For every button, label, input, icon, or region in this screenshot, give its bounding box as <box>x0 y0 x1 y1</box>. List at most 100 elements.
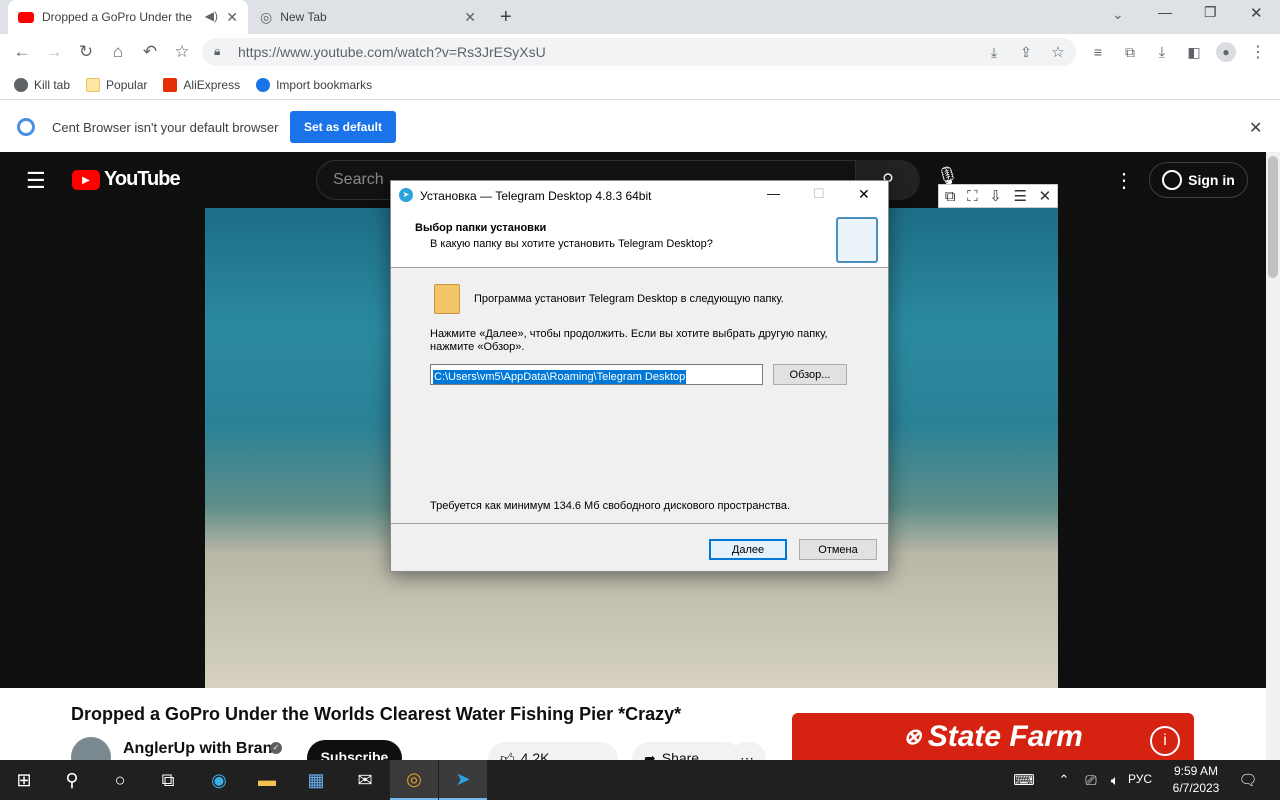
cent-browser-taskbar-icon[interactable]: ◎ <box>390 760 438 800</box>
tab-search-icon[interactable]: ⌄ <box>1112 6 1124 23</box>
menu-icon[interactable]: ☰ <box>1014 187 1027 205</box>
start-windows-icon[interactable]: ⊞ <box>0 760 48 800</box>
new-tab-icon[interactable]: + <box>500 6 512 29</box>
share-page-icon[interactable]: ⇪ <box>1016 42 1036 62</box>
edge-icon[interactable]: ◉ <box>195 760 243 800</box>
close-tab-icon[interactable]: ✕ <box>226 9 238 26</box>
reload-icon[interactable]: ↻ <box>76 42 96 62</box>
home-icon[interactable]: ⌂ <box>108 42 128 62</box>
install-info-text: Программа установит Telegram Desktop в с… <box>474 293 784 305</box>
kill-tab-icon <box>14 77 28 92</box>
crop-icon[interactable]: ⧉ <box>1120 42 1140 62</box>
sign-in-button[interactable]: Sign in <box>1149 162 1248 198</box>
tab-youtube[interactable]: Dropped a GoPro Under the ◀) ✕ <box>8 0 248 34</box>
download-icon[interactable]: ⤓ <box>1152 42 1172 62</box>
disk-space-text: Требуется как минимум 134.6 Мб свободног… <box>430 500 791 512</box>
telegram-icon: ➤ <box>399 188 413 202</box>
menu-kebab-icon[interactable]: ⋮ <box>1248 42 1268 62</box>
next-button[interactable]: Далее <box>709 539 787 560</box>
video-title: Dropped a GoPro Under the Worlds Cleares… <box>71 704 682 724</box>
youtube-logo-icon[interactable]: ▶ <box>72 170 100 190</box>
cancel-button[interactable]: Отмена <box>799 539 877 560</box>
telegram-taskbar-icon[interactable]: ➤ <box>439 760 487 800</box>
verified-icon: ✓ <box>270 742 282 754</box>
fullscreen-icon[interactable]: ⛶ <box>967 188 978 205</box>
dialog-heading: Выбор папки установки <box>415 222 547 234</box>
bookmark-import[interactable]: Import bookmarks <box>256 77 372 92</box>
instructions-line-2: нажмите «Обзор». <box>430 341 525 353</box>
clock-date: 6/7/2023 <box>1172 781 1220 795</box>
ad-info-icon[interactable]: i <box>1150 726 1180 756</box>
close-window-icon[interactable]: ✕ <box>1250 4 1263 22</box>
dialog-close-icon[interactable]: ✕ <box>858 186 870 203</box>
browse-button[interactable]: Обзор... <box>773 364 847 385</box>
tab-new-tab[interactable]: ◎ New Tab ✕ <box>250 0 486 34</box>
set-as-default-button[interactable]: Set as default <box>290 111 396 143</box>
youtube-favicon-icon <box>18 11 34 23</box>
system-clock[interactable]: 9:59 AM 6/7/2023 <box>1160 763 1232 797</box>
dialog-title: Установка — Telegram Desktop 4.8.3 64bit <box>420 189 652 203</box>
youtube-logo-text[interactable]: YouTube <box>104 168 181 191</box>
gear-icon <box>256 77 271 92</box>
tab-title: New Tab <box>280 10 327 24</box>
install-icon[interactable]: ⤓ <box>984 42 1004 62</box>
search-icon[interactable]: ⚲ <box>48 760 96 800</box>
cent-browser-icon <box>17 118 35 136</box>
dialog-separator <box>391 523 888 524</box>
settings-kebab-icon[interactable]: ⋮ <box>1114 168 1134 193</box>
install-path-value: C:\Users\vm5\AppData\Roaming\Telegram De… <box>433 370 687 384</box>
dialog-minimize-icon[interactable]: — <box>767 186 780 201</box>
bookmarks-bar: Kill tab Popular AliExpress Import bookm… <box>0 70 1280 100</box>
dialog-maximize-icon: ☐ <box>813 186 825 201</box>
aliexpress-icon <box>163 77 178 92</box>
media-control-icon[interactable]: ≡ <box>1088 42 1108 62</box>
installer-box-icon <box>836 217 878 263</box>
bookmark-aliexpress[interactable]: AliExpress <box>163 77 240 92</box>
install-path-input[interactable]: C:\Users\vm5\AppData\Roaming\Telegram De… <box>430 364 763 385</box>
bookmark-kill-tab[interactable]: Kill tab <box>14 77 70 92</box>
profile-avatar-icon[interactable]: ● <box>1216 42 1236 62</box>
instructions-line-1: Нажмите «Далее», чтобы продолжить. Если … <box>430 328 828 340</box>
video-popup-toolbar: ⧉ ⛶ ⇩ ☰ ✕ <box>938 184 1058 208</box>
channel-name[interactable]: AnglerUp with Brant <box>123 740 278 758</box>
input-language[interactable]: РУС <box>1128 772 1152 786</box>
file-explorer-icon[interactable]: ▬ <box>243 760 291 800</box>
notifications-icon[interactable]: 🗨︎ <box>1234 760 1262 800</box>
task-view-icon[interactable]: ⧉ <box>144 760 192 800</box>
url-text[interactable]: https://www.youtube.com/watch?v=Rs3JrESy… <box>238 44 546 60</box>
lock-icon[interactable]: 🔒︎ <box>214 44 220 59</box>
infobar-message: Cent Browser isn't your default browser <box>52 119 279 135</box>
bookmark-popular[interactable]: Popular <box>86 77 147 92</box>
dialog-subheading: В какую папку вы хотите установить Teleg… <box>430 238 713 250</box>
statefarm-ad[interactable]: ⊗ State Farm <box>792 713 1194 760</box>
back-icon[interactable]: ← <box>12 42 32 62</box>
keyboard-icon[interactable]: ⌨ <box>1000 760 1048 800</box>
close-icon[interactable]: ✕ <box>1039 187 1052 205</box>
mail-icon[interactable]: ✉ <box>341 760 389 800</box>
clock-time: 9:59 AM <box>1173 764 1219 778</box>
volume-icon[interactable]: 🔈︎ <box>1102 760 1128 800</box>
close-infobar-icon[interactable]: ✕ <box>1249 118 1262 138</box>
folder-icon <box>434 284 460 314</box>
side-panel-icon[interactable]: ◧ <box>1184 42 1204 62</box>
undo-close-icon[interactable]: ↶ <box>140 42 160 62</box>
forward-icon[interactable]: → <box>44 42 64 62</box>
scrollbar-thumb[interactable] <box>1268 156 1278 278</box>
bookmark-star-icon[interactable]: ☆ <box>172 42 192 62</box>
default-browser-infobar: Cent Browser isn't your default browser <box>0 102 1280 152</box>
account-icon <box>1162 170 1183 190</box>
star-icon[interactable]: ☆ <box>1048 42 1068 62</box>
close-tab-icon[interactable]: ✕ <box>464 9 476 26</box>
statefarm-logo-icon: ⊗ <box>903 723 922 749</box>
cortana-icon[interactable]: ○ <box>96 760 144 800</box>
folder-icon <box>86 77 101 92</box>
minimize-icon[interactable]: — <box>1158 4 1172 20</box>
download-video-icon[interactable]: ⇩ <box>989 187 1002 205</box>
globe-icon: ◎ <box>260 8 273 25</box>
restore-icon[interactable]: ❐ <box>1204 4 1217 21</box>
audio-playing-icon[interactable]: ◀) <box>205 9 218 23</box>
guide-menu-icon[interactable]: ☰ <box>26 168 46 194</box>
tab-title: Dropped a GoPro Under the <box>42 10 192 24</box>
store-icon[interactable]: ▦ <box>292 760 340 800</box>
popout-icon[interactable]: ⧉ <box>945 188 956 205</box>
